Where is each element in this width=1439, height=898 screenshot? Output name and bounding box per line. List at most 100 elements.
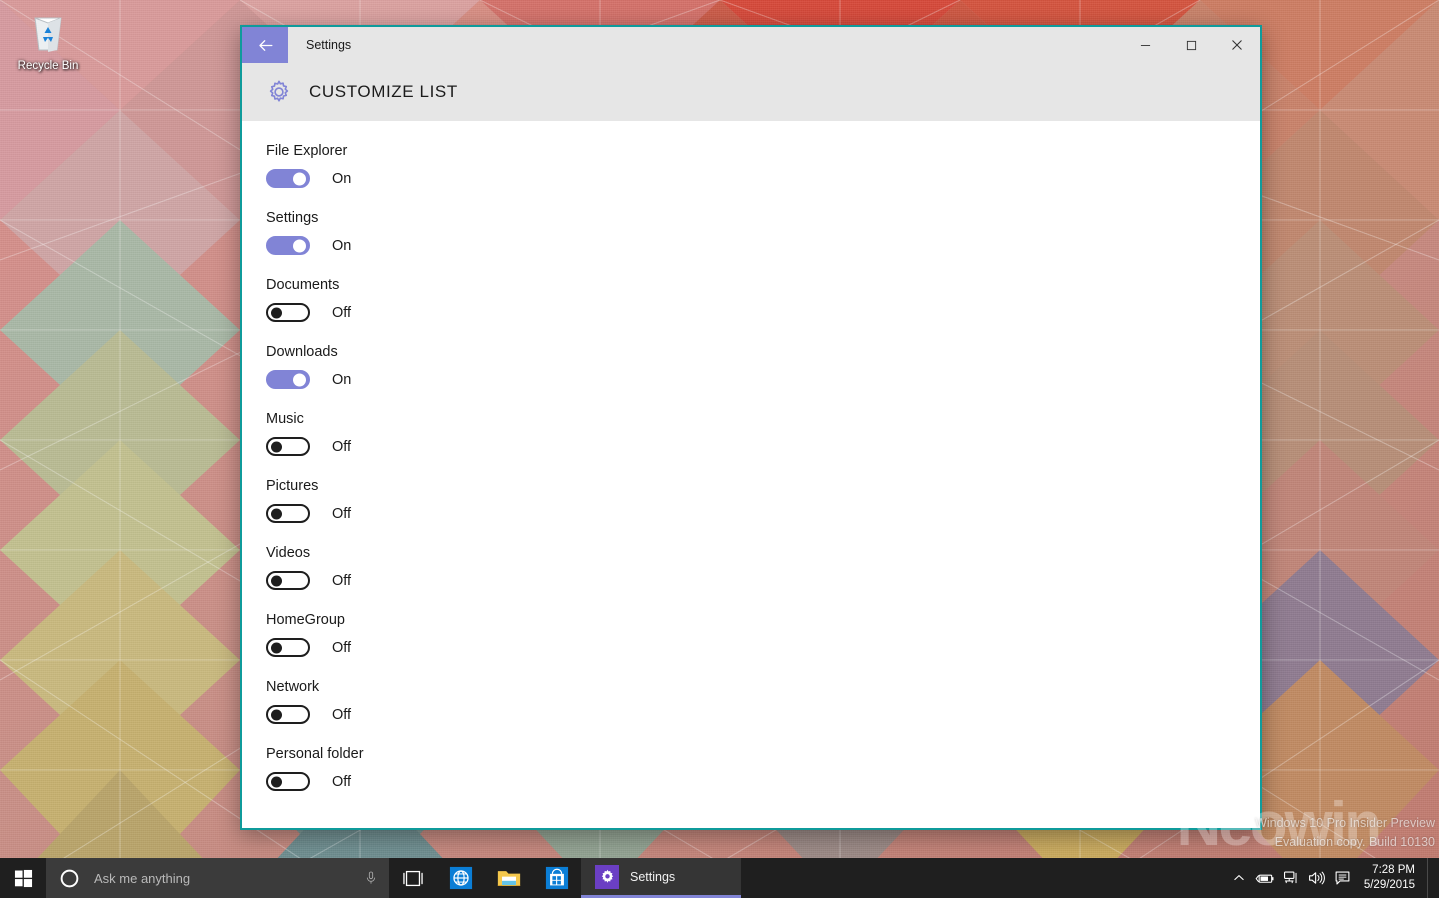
toggle-state-label: On bbox=[332, 171, 351, 187]
action-center-icon bbox=[1334, 870, 1351, 886]
toggle-knob bbox=[271, 776, 282, 787]
battery-button[interactable] bbox=[1252, 858, 1278, 898]
toggle-state-label: Off bbox=[332, 774, 351, 790]
toggle-knob bbox=[293, 373, 306, 386]
file-explorer-button[interactable] bbox=[485, 858, 533, 898]
minimize-button[interactable] bbox=[1122, 27, 1168, 63]
edge-browser-icon bbox=[449, 866, 473, 890]
setting-row: Videos Off bbox=[266, 545, 1260, 590]
toggle-knob bbox=[271, 575, 282, 586]
gear-icon bbox=[266, 79, 292, 105]
toggle-state-label: On bbox=[332, 238, 351, 254]
desktop-icon-recycle-bin[interactable]: Recycle Bin bbox=[6, 8, 90, 73]
system-tray[interactable]: 7:28 PM 5/29/2015 bbox=[1226, 858, 1439, 898]
task-view-icon bbox=[401, 869, 425, 888]
toggle-line: On bbox=[266, 169, 1260, 188]
battery-icon bbox=[1255, 871, 1275, 886]
toggle-knob bbox=[271, 642, 282, 653]
toggle-line: Off bbox=[266, 638, 1260, 657]
setting-label: Network bbox=[266, 679, 1260, 696]
cortana-ring-icon bbox=[59, 868, 80, 889]
toggle-knob bbox=[271, 709, 282, 720]
maximize-icon bbox=[1186, 40, 1197, 51]
maximize-button[interactable] bbox=[1168, 27, 1214, 63]
minimize-icon bbox=[1140, 40, 1151, 51]
toggle-state-label: Off bbox=[332, 640, 351, 656]
close-icon bbox=[1231, 39, 1243, 51]
setting-label: Documents bbox=[266, 277, 1260, 294]
volume-icon bbox=[1307, 870, 1326, 886]
toggle-state-label: On bbox=[332, 372, 351, 388]
setting-label: Pictures bbox=[266, 478, 1260, 495]
clock-date: 5/29/2015 bbox=[1364, 878, 1415, 893]
window-titlebar[interactable]: Settings bbox=[242, 27, 1260, 63]
setting-row: Documents Off bbox=[266, 277, 1260, 322]
toggle-line: Off bbox=[266, 437, 1260, 456]
clock-time: 7:28 PM bbox=[1364, 863, 1415, 878]
recycle-bin-label: Recycle Bin bbox=[6, 60, 90, 73]
show-desktop-button[interactable] bbox=[1427, 858, 1435, 898]
back-button[interactable] bbox=[242, 27, 288, 63]
toggle-switch[interactable] bbox=[266, 504, 310, 523]
store-icon bbox=[545, 866, 569, 890]
setting-label: Music bbox=[266, 411, 1260, 428]
toggle-switch[interactable] bbox=[266, 772, 310, 791]
clock[interactable]: 7:28 PM 5/29/2015 bbox=[1356, 863, 1427, 893]
toggle-line: Off bbox=[266, 504, 1260, 523]
toggle-line: Off bbox=[266, 303, 1260, 322]
toggle-line: On bbox=[266, 370, 1260, 389]
network-button[interactable] bbox=[1278, 858, 1304, 898]
search-input[interactable]: Ask me anything bbox=[46, 858, 389, 898]
setting-row: Network Off bbox=[266, 679, 1260, 724]
setting-row: Pictures Off bbox=[266, 478, 1260, 523]
toggle-line: Off bbox=[266, 705, 1260, 724]
search-placeholder: Ask me anything bbox=[94, 871, 363, 886]
toggle-state-label: Off bbox=[332, 707, 351, 723]
settings-window[interactable]: Settings C bbox=[240, 25, 1262, 830]
file-explorer-icon bbox=[496, 867, 522, 890]
toggle-line: On bbox=[266, 236, 1260, 255]
taskbar-empty-area[interactable] bbox=[741, 858, 1226, 898]
toggle-switch[interactable] bbox=[266, 571, 310, 590]
setting-label: Videos bbox=[266, 545, 1260, 562]
toggle-line: Off bbox=[266, 772, 1260, 791]
toggle-knob bbox=[271, 441, 282, 452]
toggle-switch[interactable] bbox=[266, 370, 310, 389]
chevron-up-icon bbox=[1233, 872, 1245, 884]
toggle-state-label: Off bbox=[332, 506, 351, 522]
setting-row: DownloadsOn bbox=[266, 344, 1260, 389]
toggle-switch[interactable] bbox=[266, 437, 310, 456]
store-button[interactable] bbox=[533, 858, 581, 898]
desktop[interactable]: Recycle Bin Settings bbox=[0, 0, 1439, 898]
toggle-switch[interactable] bbox=[266, 638, 310, 657]
window-title: Settings bbox=[288, 27, 1122, 63]
action-center-button[interactable] bbox=[1330, 858, 1356, 898]
taskbar[interactable]: Ask me anything bbox=[0, 858, 1439, 898]
setting-row: SettingsOn bbox=[266, 210, 1260, 255]
toggle-switch[interactable] bbox=[266, 236, 310, 255]
toggle-line: Off bbox=[266, 571, 1260, 590]
edge-browser-button[interactable] bbox=[437, 858, 485, 898]
task-view-button[interactable] bbox=[389, 858, 437, 898]
volume-button[interactable] bbox=[1304, 858, 1330, 898]
toggle-knob bbox=[293, 239, 306, 252]
start-button[interactable] bbox=[0, 858, 46, 898]
toggle-knob bbox=[271, 508, 282, 519]
show-hidden-icons-button[interactable] bbox=[1226, 858, 1252, 898]
setting-row: File ExplorerOn bbox=[266, 143, 1260, 188]
toggle-switch[interactable] bbox=[266, 169, 310, 188]
toggle-knob bbox=[271, 307, 282, 318]
toggle-state-label: Off bbox=[332, 439, 351, 455]
setting-row: HomeGroup Off bbox=[266, 612, 1260, 657]
setting-label: HomeGroup bbox=[266, 612, 1260, 629]
back-arrow-icon bbox=[256, 36, 275, 55]
close-button[interactable] bbox=[1214, 27, 1260, 63]
setting-row: Personal folderOff bbox=[266, 746, 1260, 791]
toggle-switch[interactable] bbox=[266, 705, 310, 724]
recycle-bin-icon bbox=[24, 8, 72, 56]
gear-icon bbox=[595, 865, 619, 889]
toggle-switch[interactable] bbox=[266, 303, 310, 322]
microphone-icon[interactable] bbox=[363, 870, 379, 886]
network-icon bbox=[1282, 870, 1299, 886]
taskbar-button-settings[interactable]: Settings bbox=[581, 858, 741, 898]
